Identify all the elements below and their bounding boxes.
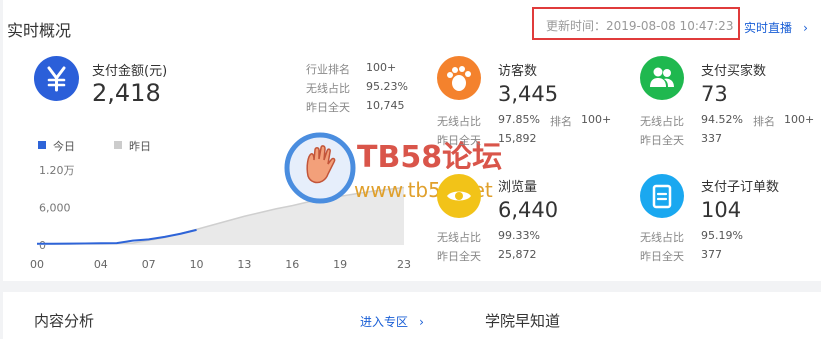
y-tick-label: 1.20万: [39, 164, 75, 177]
payment-value: 2,418: [92, 79, 161, 107]
content-analysis-title: 内容分析: [34, 312, 95, 330]
orders-wireless-label: 无线占比: [640, 231, 684, 244]
legend-yesterday-swatch: [114, 141, 122, 149]
x-tick-label: 16: [285, 258, 299, 271]
y-tick-label: 6,000: [39, 202, 71, 215]
visitors-rank-value: 100+: [581, 113, 612, 126]
buyers-rank-label: 排名: [753, 115, 775, 128]
industry-rank-value: 100+: [366, 61, 397, 74]
live-link-label: 实时直播: [744, 21, 793, 35]
yesterday-total-value: 10,745: [366, 99, 405, 112]
x-tick-label: 00: [30, 258, 44, 271]
x-tick-label: 04: [94, 258, 108, 271]
orders-wireless-value: 95.19%: [701, 229, 743, 242]
watermark-logo: [284, 132, 356, 208]
legend-today-swatch: [38, 141, 46, 149]
visitors-rank-label: 排名: [550, 115, 572, 128]
wireless-ratio-value: 95.23%: [366, 80, 408, 93]
buyers-value: 73: [701, 82, 728, 106]
x-tick-label: 23: [397, 258, 411, 271]
eye-icon: [437, 174, 481, 218]
x-tick-label: 19: [333, 258, 347, 271]
chevron-right-icon: ›: [803, 21, 808, 35]
order-icon: [640, 174, 684, 218]
academy-title: 学院早知道: [485, 312, 561, 330]
footprint-icon: [437, 56, 481, 100]
visitors-value: 3,445: [498, 82, 559, 106]
payment-label: 支付金额(元): [92, 64, 168, 79]
orders-label: 支付子订单数: [701, 180, 780, 195]
yesterday-total-label: 昨日全天: [306, 101, 350, 114]
content-analysis-card: 内容分析 进入专区 › 学院早知道: [3, 292, 821, 339]
chevron-right-icon: ›: [419, 315, 424, 329]
buyers-wireless-value: 94.52%: [701, 113, 743, 126]
buyers-yesterday-value: 337: [701, 132, 722, 145]
x-tick-label: 07: [142, 258, 156, 271]
buyers-rank-value: 100+: [784, 113, 815, 126]
visitors-yesterday-label: 昨日全天: [437, 134, 481, 147]
y-tick-label: 0: [39, 239, 46, 252]
visitors-label: 访客数: [498, 64, 538, 79]
enter-zone-link[interactable]: 进入专区 ›: [360, 311, 424, 330]
orders-yesterday-label: 昨日全天: [640, 250, 684, 263]
buyers-wireless-label: 无线占比: [640, 115, 684, 128]
buyers-icon: [640, 56, 684, 100]
pageviews-wireless-label: 无线占比: [437, 231, 481, 244]
enter-zone-label: 进入专区: [360, 315, 409, 329]
pageviews-yesterday-value: 25,872: [498, 248, 537, 261]
live-link[interactable]: 实时直播 ›: [744, 17, 808, 36]
visitors-wireless-label: 无线占比: [437, 115, 481, 128]
pageviews-yesterday-label: 昨日全天: [437, 250, 481, 263]
visitors-yesterday-value: 15,892: [498, 132, 537, 145]
pageviews-value: 6,440: [498, 198, 559, 222]
realtime-overview-card: 实时概况 更新时间：2019-08-08 10:47:23 实时直播 › 支付金…: [3, 0, 821, 281]
x-tick-label: 13: [237, 258, 251, 271]
pageviews-label: 浏览量: [498, 180, 538, 195]
industry-rank-label: 行业排名: [306, 63, 350, 76]
x-tick-label: 10: [190, 258, 204, 271]
buyers-label: 支付买家数: [701, 64, 767, 79]
pageviews-wireless-value: 99.33%: [498, 229, 540, 242]
orders-yesterday-value: 377: [701, 248, 722, 261]
page-title: 实时概况: [7, 21, 72, 40]
yen-icon: [34, 56, 79, 101]
visitors-wireless-value: 97.85%: [498, 113, 540, 126]
update-time: 更新时间：2019-08-08 10:47:23: [546, 19, 734, 33]
wireless-ratio-label: 无线占比: [306, 82, 350, 95]
buyers-yesterday-label: 昨日全天: [640, 134, 684, 147]
orders-value: 104: [701, 198, 742, 222]
